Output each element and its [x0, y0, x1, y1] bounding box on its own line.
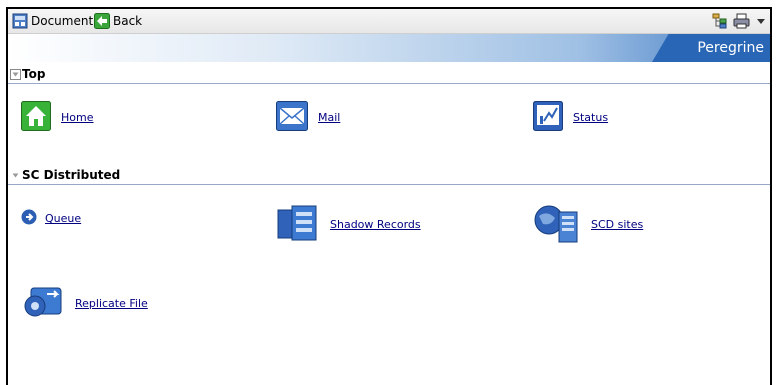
document-button[interactable]: Document [12, 12, 93, 30]
section-header-top[interactable]: Top [8, 65, 770, 84]
brand-logo: Peregrine [652, 34, 770, 62]
nav-item-shadow-records[interactable]: Shadow Records [276, 204, 421, 245]
nav-item-scd-sites[interactable]: SCD sites [533, 202, 643, 247]
home-link[interactable]: Home [61, 111, 93, 124]
back-arrow-icon [94, 13, 110, 29]
section-header-sc-distributed[interactable]: SC Distributed [8, 166, 770, 185]
status-chart-icon [533, 101, 563, 134]
nav-item-queue[interactable]: Queue [21, 209, 81, 228]
collapse-triangle-icon[interactable] [10, 170, 21, 181]
collapse-triangle-icon[interactable] [10, 68, 21, 80]
back-label: Back [113, 14, 143, 28]
document-icon [12, 13, 28, 29]
nav-item-replicate-file[interactable]: Replicate File [21, 284, 148, 323]
queue-link[interactable]: Queue [45, 212, 81, 225]
back-button[interactable]: Back [94, 12, 142, 30]
nav-item-mail[interactable]: Mail [276, 101, 340, 134]
mail-link[interactable]: Mail [318, 111, 340, 124]
scd-sites-link[interactable]: SCD sites [591, 218, 643, 231]
mail-icon [276, 101, 308, 134]
nav-item-status[interactable]: Status [533, 101, 608, 134]
home-icon [21, 101, 51, 134]
dropdown-arrow-icon[interactable] [756, 13, 766, 29]
queue-arrow-icon [21, 209, 37, 228]
portal-frame: Document Back Peregrine Top Home Mail St… [6, 7, 772, 385]
print-icon[interactable] [733, 13, 750, 29]
shadow-records-icon [276, 204, 320, 245]
status-link[interactable]: Status [573, 111, 608, 124]
section-title: SC Distributed [22, 168, 121, 182]
tree-view-icon[interactable] [712, 13, 728, 29]
nav-item-home[interactable]: Home [21, 101, 93, 134]
replicate-file-link[interactable]: Replicate File [75, 297, 148, 310]
scd-sites-icon [533, 202, 581, 247]
header-banner: Peregrine [8, 34, 770, 62]
document-label: Document [31, 14, 94, 28]
section-title: Top [22, 67, 46, 81]
toolbar: Document Back [8, 9, 770, 34]
shadow-records-link[interactable]: Shadow Records [330, 218, 421, 231]
replicate-file-icon [21, 284, 65, 323]
